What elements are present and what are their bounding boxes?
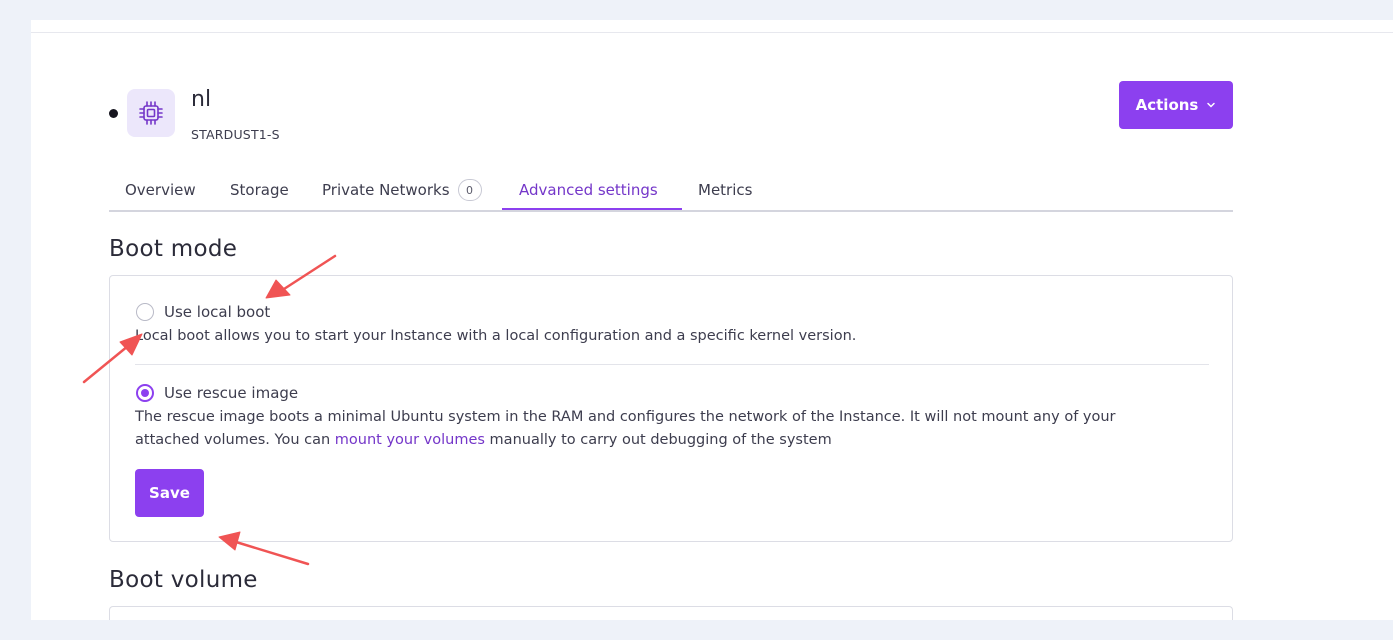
- actions-button[interactable]: Actions: [1119, 81, 1233, 129]
- tab-overview[interactable]: Overview: [125, 170, 196, 210]
- tab-label: Metrics: [698, 181, 753, 199]
- local-boot-description: Local boot allows you to start your Inst…: [135, 328, 857, 344]
- rescue-image-label: Use rescue image: [164, 384, 299, 402]
- actions-label: Actions: [1135, 96, 1199, 114]
- instance-name: nl: [191, 87, 212, 112]
- status-indicator: [109, 109, 118, 118]
- instance-type: STARDUST1-S: [191, 127, 280, 142]
- boot-volume-card: [109, 606, 1233, 620]
- rescue-image-option[interactable]: Use rescue image: [136, 384, 298, 402]
- tab-label: Private Networks: [322, 181, 450, 199]
- option-divider: [135, 364, 1209, 365]
- main-panel: nl STARDUST1-S Actions Overview Storage …: [31, 20, 1393, 620]
- tab-label: Advanced settings: [519, 181, 658, 199]
- boot-mode-card: Use local boot Local boot allows you to …: [109, 275, 1233, 542]
- top-divider: [31, 32, 1393, 33]
- rescue-image-description-line2: attached volumes. You can mount your vol…: [135, 432, 832, 448]
- tab-storage[interactable]: Storage: [230, 170, 289, 210]
- local-boot-label: Use local boot: [164, 303, 271, 321]
- rescue-image-description-line1: The rescue image boots a minimal Ubuntu …: [135, 409, 1116, 425]
- cpu-chip-icon: [127, 89, 175, 137]
- tab-bar: Overview Storage Private Networks 0 Adva…: [109, 170, 1233, 212]
- save-button[interactable]: Save: [135, 469, 204, 517]
- tab-label: Storage: [230, 181, 289, 199]
- description-text: manually to carry out debugging of the s…: [484, 432, 832, 448]
- local-boot-option[interactable]: Use local boot: [136, 303, 270, 321]
- chevron-down-icon: [1207, 102, 1216, 108]
- rescue-image-radio[interactable]: [136, 384, 154, 402]
- boot-volume-title: Boot volume: [109, 567, 258, 593]
- tab-advanced-settings[interactable]: Advanced settings: [519, 170, 658, 210]
- mount-volumes-link[interactable]: mount your volumes: [335, 432, 485, 448]
- description-text: attached volumes. You can: [135, 432, 335, 448]
- count-badge: 0: [457, 179, 482, 201]
- local-boot-radio[interactable]: [136, 303, 154, 321]
- tab-label: Overview: [125, 181, 196, 199]
- tab-metrics[interactable]: Metrics: [698, 170, 752, 210]
- tab-private-networks[interactable]: Private Networks 0: [322, 170, 482, 210]
- boot-mode-title: Boot mode: [109, 236, 238, 262]
- active-tab-indicator: [502, 208, 682, 210]
